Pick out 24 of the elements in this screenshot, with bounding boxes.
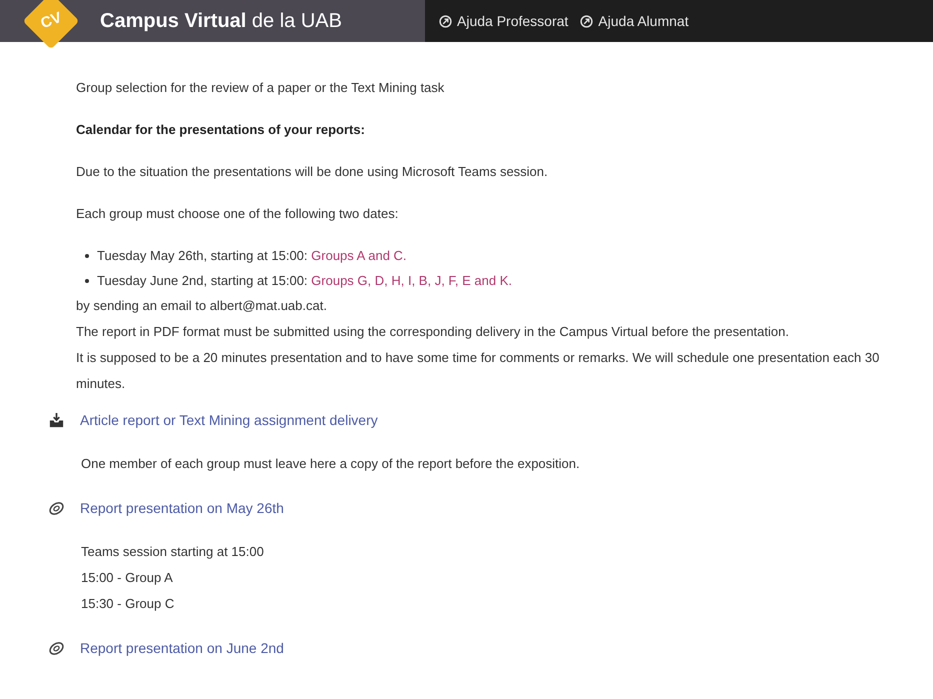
bullet-icon xyxy=(85,278,89,282)
activity-link[interactable]: Report presentation on May 26th xyxy=(80,498,284,518)
section-heading: Calendar for the presentations of your reports: xyxy=(76,121,366,139)
list-item: Tuesday June 2nd, starting at 15:00: Groups G, D, H, I, B, J, F, E and K. xyxy=(97,272,512,290)
help-link[interactable]: Ajuda Professorat xyxy=(439,10,568,32)
list-item: Tuesday May 26th, starting at 15:00: Groups A and C. xyxy=(97,247,407,265)
activity-description: 15:30 - Group C xyxy=(81,595,176,613)
activity-link[interactable]: Article report or Text Mining assignment delivery xyxy=(80,410,378,430)
activity-description: Teams session starting at 15:00 xyxy=(81,543,265,561)
help-icon xyxy=(439,14,452,28)
paragraph: by sending an email to albert@mat.uab.cat. xyxy=(76,297,328,315)
bullet-icon xyxy=(85,254,89,258)
activity-description: 15:00 - Group A xyxy=(81,569,174,587)
activity-link[interactable]: Report presentation on June 2nd xyxy=(80,638,284,658)
help-link[interactable]: Ajuda Alumnat xyxy=(580,10,689,32)
activity-description: One member of each group must leave here a copy of the report before the exposition. xyxy=(81,455,581,473)
paragraph: It is supposed to be a 20 minutes presentation and to have some time for comments or remarks. We will schedule one presentation each 30 minutes. xyxy=(76,349,880,393)
help-icon xyxy=(580,14,594,28)
site-title: Campus Virtual de la UAB xyxy=(100,9,342,34)
inbox-tray-icon xyxy=(48,412,65,428)
paragraph: Group selection for the review of a paper or the Text Mining task xyxy=(76,79,446,97)
paragraph: Each group must choose one of the following two dates: xyxy=(76,205,400,223)
paragraph: The report in PDF format must be submitted using the corresponding delivery in the Campus Virtual before the presentation. xyxy=(76,323,790,341)
paragraph: Due to the situation the presentations will be done using Microsoft Teams session. xyxy=(76,163,549,181)
